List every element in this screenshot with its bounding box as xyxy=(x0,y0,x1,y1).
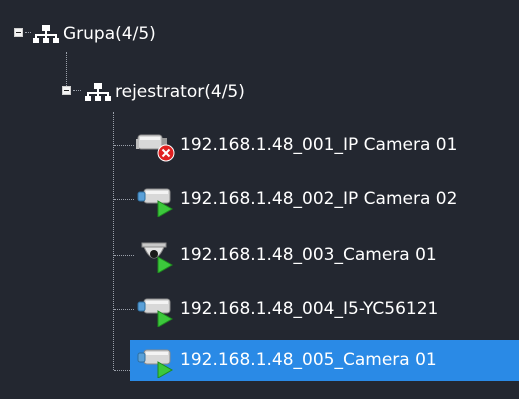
group-collapse-toggle[interactable] xyxy=(14,28,23,37)
camera-label[interactable]: 192.168.1.48_002_IP Camera 02 xyxy=(180,189,457,209)
camera-node-selected[interactable]: 192.168.1.48_005_Camera 01 xyxy=(0,340,519,380)
device-tree: Grupa(4/5) rejestrator(4/5) 192.168.1.48… xyxy=(0,0,519,399)
bullet-camera-online-icon xyxy=(137,188,174,217)
network-topology-icon xyxy=(33,25,59,43)
camera-node[interactable]: 192.168.1.48_002_IP Camera 02 xyxy=(0,180,519,220)
bullet-camera-online-icon xyxy=(137,349,174,378)
camera-node[interactable]: 192.168.1.48_004_I5-YC56121 xyxy=(0,290,519,330)
recorder-label[interactable]: rejestrator(4/5) xyxy=(115,82,245,102)
camera-node[interactable]: 192.168.1.48_001_IP Camera 01 xyxy=(0,126,519,166)
camera-label[interactable]: 192.168.1.48_001_IP Camera 01 xyxy=(180,135,457,155)
bullet-camera-online-icon xyxy=(137,298,174,327)
recorder-collapse-toggle[interactable] xyxy=(62,86,71,95)
camera-label[interactable]: 192.168.1.48_004_I5-YC56121 xyxy=(180,299,438,319)
dome-camera-online-icon xyxy=(141,242,174,273)
bullet-camera-offline-icon xyxy=(136,134,175,162)
group-label[interactable]: Grupa(4/5) xyxy=(63,24,156,44)
network-topology-icon xyxy=(85,83,111,101)
camera-label[interactable]: 192.168.1.48_003_Camera 01 xyxy=(180,245,437,265)
camera-node[interactable]: 192.168.1.48_003_Camera 01 xyxy=(0,236,519,276)
camera-label[interactable]: 192.168.1.48_005_Camera 01 xyxy=(180,350,437,370)
